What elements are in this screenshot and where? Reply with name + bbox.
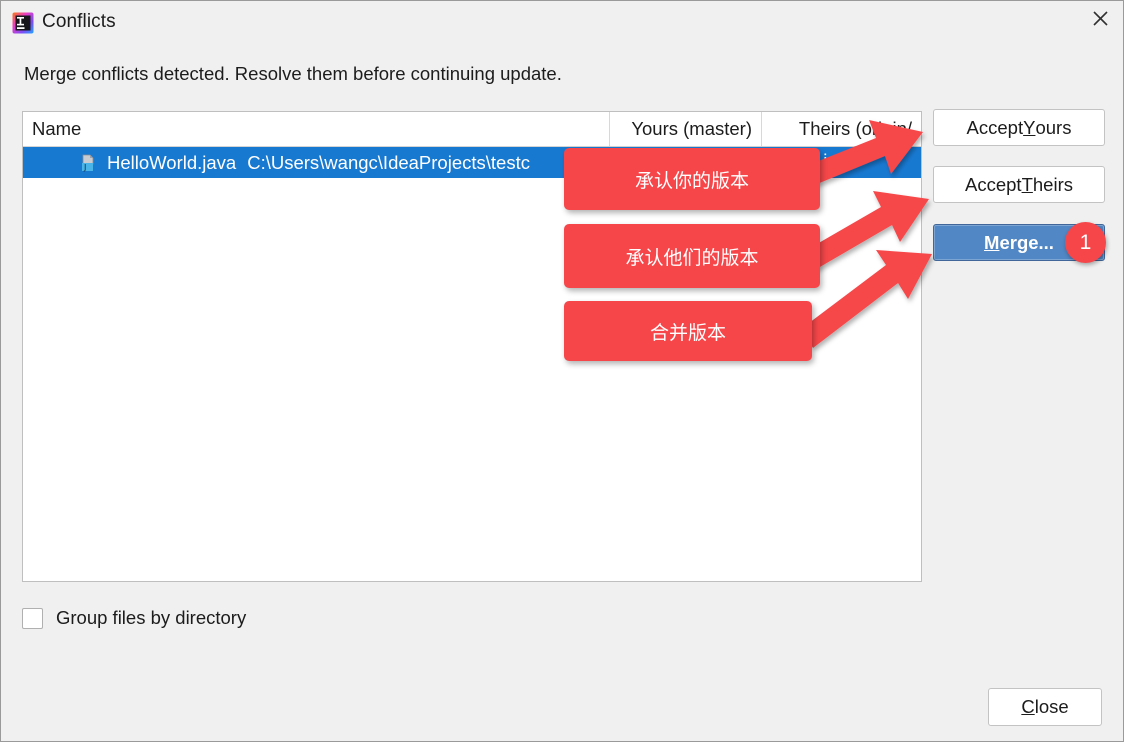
accept-theirs-button[interactable]: Accept Theirs <box>933 166 1105 203</box>
accept-yours-button[interactable]: Accept Yours <box>933 109 1105 146</box>
table-header-row: Name Yours (master) Theirs (origin/ <box>23 112 921 147</box>
annotation-callout-accept-theirs: 承认他们的版本 <box>564 224 820 288</box>
table-body: J HelloWorld.java C:\Users\wangc\IdeaPro… <box>23 147 921 581</box>
svg-text:J: J <box>83 163 86 172</box>
cell-theirs-status: ied <box>823 150 848 171</box>
close-mnemonic: C <box>1021 696 1035 717</box>
close-button[interactable]: Close <box>988 688 1102 726</box>
column-header-name[interactable]: Name <box>23 112 609 146</box>
column-header-yours[interactable]: Yours (master) <box>609 112 761 146</box>
merge-post: erge... <box>999 231 1054 253</box>
close-post: lose <box>1034 696 1069 717</box>
window-title: Conflicts <box>42 11 116 32</box>
annotation-callout-accept-yours: 承认你的版本 <box>564 148 820 210</box>
close-icon[interactable] <box>1077 1 1123 35</box>
accept-theirs-mnemonic: T <box>1021 173 1033 195</box>
accept-yours-post: ours <box>1035 116 1072 138</box>
title-bar: Conflicts <box>1 1 1123 45</box>
checkbox-label: Group files by directory <box>56 607 247 628</box>
merge-step-badge: 1 <box>1065 222 1106 263</box>
checkbox-box[interactable] <box>22 607 43 629</box>
accept-yours-mnemonic: Y <box>1023 116 1036 138</box>
accept-yours-pre: Accept <box>966 116 1024 138</box>
group-files-by-directory-checkbox[interactable]: Group files by directory <box>22 607 246 629</box>
merge-mnemonic: M <box>984 231 1000 253</box>
conflicts-dialog: Conflicts Merge conflicts detected. Reso… <box>0 0 1124 742</box>
cell-file-name: HelloWorld.java <box>107 151 237 173</box>
accept-theirs-pre: Accept <box>965 173 1022 195</box>
java-file-icon: J <box>80 154 98 172</box>
cell-file-path: C:\Users\wangc\IdeaProjects\testc <box>247 151 530 173</box>
column-header-theirs[interactable]: Theirs (origin/ <box>761 112 921 146</box>
conflict-message: Merge conflicts detected. Resolve them b… <box>24 63 562 84</box>
accept-theirs-post: heirs <box>1032 173 1073 195</box>
annotation-callout-merge: 合并版本 <box>564 301 812 361</box>
intellij-idea-icon <box>12 12 34 34</box>
